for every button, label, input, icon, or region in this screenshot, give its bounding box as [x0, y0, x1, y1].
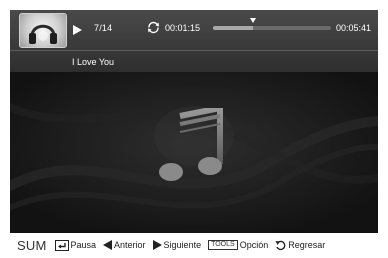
media-player-frame: 7/14 00:01:15 00:05:41 I Love You SUM Pa… — [0, 0, 388, 258]
return-label: Regresar — [288, 240, 326, 250]
headphones-icon — [29, 24, 57, 44]
now-playing-panel: 7/14 00:01:15 00:05:41 I Love You — [10, 10, 378, 72]
pause-hint[interactable]: Pausa — [54, 239, 97, 251]
panel-divider — [10, 50, 378, 51]
repeat-icon — [148, 21, 159, 34]
right-arrow-icon — [152, 240, 162, 250]
options-label: Opción — [239, 240, 269, 250]
return-icon — [275, 240, 286, 250]
music-note-icon — [159, 108, 223, 181]
enter-icon — [54, 239, 69, 251]
next-hint[interactable]: Siguiente — [152, 240, 202, 250]
visualization-area — [10, 72, 378, 234]
return-hint[interactable]: Regresar — [275, 240, 325, 251]
previous-hint[interactable]: Anterior — [103, 240, 146, 250]
brand-label: SUM — [17, 237, 47, 253]
song-title: I Love You — [72, 57, 115, 67]
play-icon — [73, 25, 82, 35]
pause-label: Pausa — [70, 240, 97, 250]
previous-label: Anterior — [114, 240, 146, 250]
elapsed-time: 00:01:15 — [165, 23, 201, 33]
next-label: Siguiente — [163, 240, 202, 250]
track-counter: 7/14 — [94, 23, 113, 33]
progress-marker[interactable] — [250, 18, 257, 23]
progress-bar[interactable] — [213, 26, 331, 30]
progress-fill — [213, 26, 254, 30]
total-time: 00:05:41 — [336, 23, 372, 33]
album-thumbnail — [19, 13, 67, 48]
tools-key-icon: TOOLS — [208, 240, 238, 250]
left-arrow-icon — [103, 240, 113, 250]
help-bar: SUM Pausa Anterior Siguiente TOOLS Opció… — [0, 233, 388, 258]
player-screen: 7/14 00:01:15 00:05:41 I Love You — [10, 10, 378, 248]
options-hint[interactable]: TOOLS Opción — [208, 240, 268, 250]
